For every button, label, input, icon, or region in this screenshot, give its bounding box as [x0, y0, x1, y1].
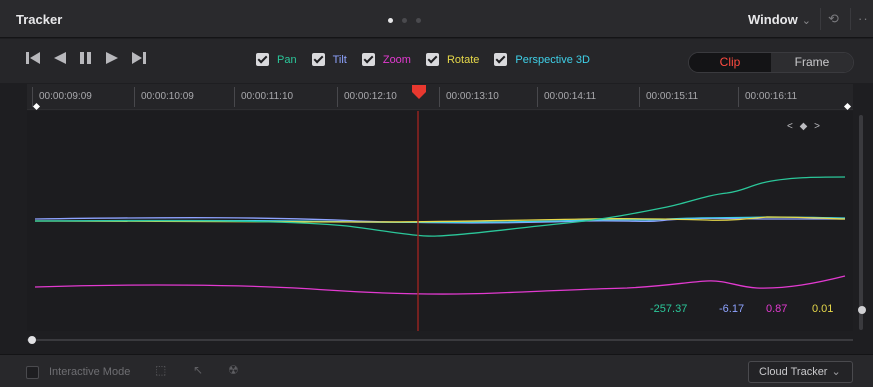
- page-dot-1[interactable]: [388, 18, 393, 23]
- clip-mode-button[interactable]: Clip: [689, 53, 771, 72]
- window-dropdown-label: Window: [748, 12, 798, 27]
- timecode-tick: 00:00:16:11: [738, 87, 797, 107]
- filter-label: Perspective 3D: [515, 53, 590, 66]
- interactive-mode-checkbox[interactable]: [26, 366, 39, 379]
- track-filters: Pan Tilt Zoom Rotate Perspective 3D: [256, 53, 590, 66]
- frame-mode-button[interactable]: Frame: [771, 53, 853, 72]
- chevron-down-icon: ⌄: [801, 15, 811, 27]
- timecode-tick: 00:00:09:09: [32, 87, 92, 107]
- clip-frame-toggle[interactable]: Clip Frame: [688, 52, 854, 73]
- tracking-graph[interactable]: < ◆ >: [27, 111, 853, 331]
- timecode-tick: 00:00:11:10: [234, 87, 293, 107]
- cloud-tracker-dropdown[interactable]: Cloud Tracker ⌄: [748, 361, 853, 383]
- timecode-tick: 00:00:12:10: [337, 87, 397, 107]
- pause-icon[interactable]: [80, 52, 92, 64]
- page-dot-3[interactable]: [416, 18, 421, 23]
- chevron-down-icon: ⌄: [831, 366, 841, 378]
- keyframe-navigator[interactable]: < ◆ >: [787, 121, 822, 132]
- checkbox-icon[interactable]: [311, 53, 325, 66]
- value-readout: 0.87: [766, 303, 788, 315]
- filter-zoom[interactable]: Zoom: [361, 53, 411, 66]
- tracker-toolbar: Pan Tilt Zoom Rotate Perspective 3D Clip Fra…: [0, 39, 873, 83]
- filter-rotate[interactable]: Rotate: [425, 53, 480, 66]
- divider: [820, 8, 821, 30]
- tracker-footer: Interactive Mode ⬚ ↖ ☢ Cloud Tracker ⌄: [0, 354, 873, 387]
- page-dot-2[interactable]: [402, 18, 407, 23]
- options-menu-icon[interactable]: ··: [858, 11, 869, 26]
- skip-to-end-icon[interactable]: [132, 52, 146, 64]
- window-dropdown[interactable]: Window ⌄: [748, 12, 811, 27]
- horizontal-zoom-handle[interactable]: [28, 336, 36, 344]
- delete-feature-icon[interactable]: ☢: [228, 363, 239, 377]
- track-curves: [34, 111, 846, 331]
- timecode-tick: 00:00:10:09: [134, 87, 194, 107]
- timecode-tick: 00:00:14:11: [537, 87, 596, 107]
- transport-controls: [26, 52, 146, 64]
- play-forward-icon[interactable]: [106, 52, 118, 64]
- end-keyframe-marker[interactable]: [843, 102, 852, 111]
- timecode-tick: 00:00:13:10: [439, 87, 499, 107]
- filter-label: Zoom: [382, 53, 411, 66]
- value-readout: -6.17: [719, 303, 745, 315]
- checkbox-icon[interactable]: [494, 53, 508, 66]
- checkbox-icon[interactable]: [256, 53, 269, 66]
- tracker-header: Tracker Window ⌄ ⟲ ··: [0, 0, 873, 38]
- filter-pan[interactable]: Pan: [256, 53, 297, 66]
- value-readout: -257.37: [650, 303, 688, 315]
- filter-label: Rotate: [446, 53, 480, 66]
- reset-icon[interactable]: ⟲: [828, 11, 839, 27]
- panel-title: Tracker: [16, 12, 63, 27]
- timeline-ruler[interactable]: 00:00:09:09 00:00:10:09 00:00:11:10 00:00:1…: [27, 84, 853, 111]
- filter-perspective-3d[interactable]: Perspective 3D: [494, 53, 590, 66]
- checkbox-icon[interactable]: [425, 53, 439, 66]
- curve-pan: [34, 176, 846, 237]
- filter-label: Tilt: [332, 53, 347, 66]
- play-reverse-icon[interactable]: [54, 52, 66, 64]
- playhead-marker[interactable]: [411, 85, 427, 100]
- add-feature-icon[interactable]: ↖: [193, 363, 203, 377]
- vertical-zoom-handle[interactable]: [858, 306, 866, 314]
- insert-points-icon[interactable]: ⬚: [155, 363, 166, 377]
- checkbox-icon[interactable]: [361, 53, 375, 66]
- divider: [850, 8, 851, 30]
- vertical-scrollbar[interactable]: [859, 115, 863, 330]
- filter-label: Pan: [277, 53, 297, 66]
- interactive-mode-label: Interactive Mode: [49, 366, 131, 378]
- timecode-tick: 00:00:15:11: [639, 87, 698, 107]
- value-readout: 0.01: [812, 303, 834, 315]
- horizontal-scrollbar[interactable]: [27, 339, 853, 341]
- curve-zoom: [34, 275, 846, 295]
- filter-tilt[interactable]: Tilt: [311, 53, 347, 66]
- skip-to-start-icon[interactable]: [26, 52, 40, 64]
- cloud-tracker-label: Cloud Tracker: [759, 366, 828, 378]
- page-indicator[interactable]: [388, 18, 421, 23]
